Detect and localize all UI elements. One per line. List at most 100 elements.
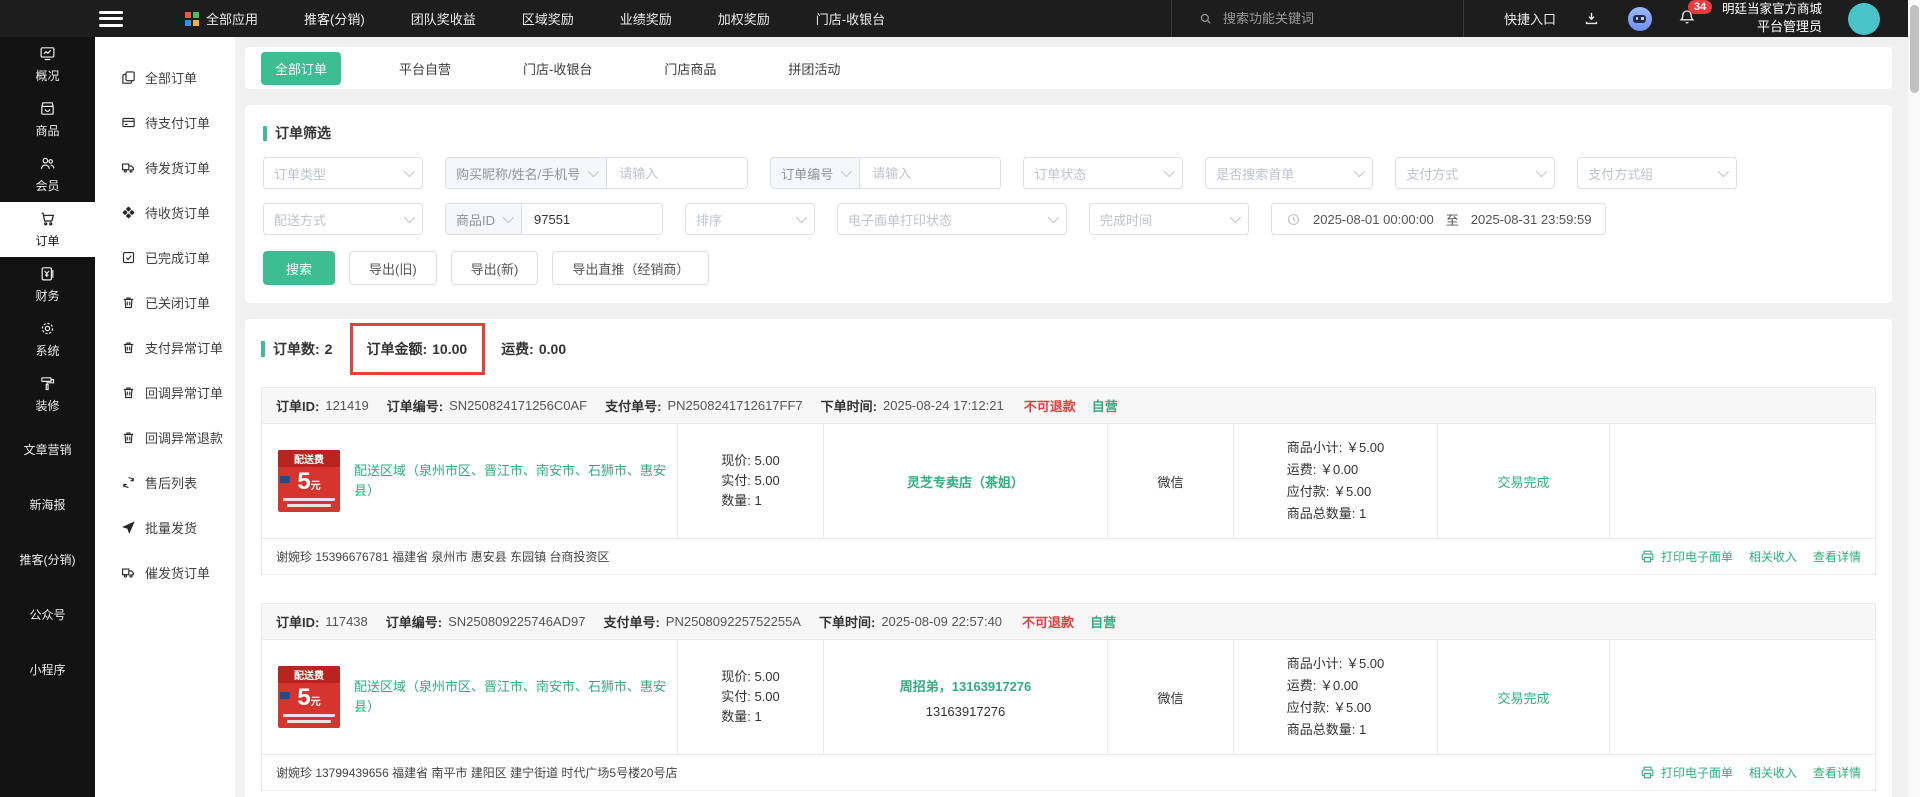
printer-icon[interactable]	[1640, 549, 1655, 564]
product-field-select[interactable]: 商品ID	[446, 204, 523, 234]
first-order-select[interactable]: 是否搜索首单	[1205, 157, 1374, 189]
topbar-item-team-reward[interactable]: 团队奖收益	[411, 9, 476, 28]
topbar-item-weighted-reward[interactable]: 加权奖励	[718, 9, 770, 28]
delivery-select[interactable]: 配送方式	[263, 203, 423, 235]
order-menu-unpaid[interactable]: 待支付订单	[95, 100, 235, 145]
order-no-combo: 订单编号	[770, 157, 1002, 189]
search-input[interactable]	[1222, 11, 1373, 26]
topbar-item-label: 全部应用	[206, 12, 259, 27]
tab-store-goods[interactable]: 门店商品	[650, 52, 730, 85]
sidebar-item-new-poster[interactable]: 新海报	[0, 477, 95, 532]
tab-platform-self[interactable]: 平台自营	[385, 52, 465, 85]
buyer-field-select[interactable]: 购买昵称/姓名/手机号	[446, 158, 608, 188]
product-cell: 配送费 5元 配送区域（泉州市区、晋江市、南安市、石狮市、惠安县）	[262, 640, 678, 754]
order-type-select[interactable]: 订单类型	[263, 157, 423, 189]
order-menu-callback-abnormal[interactable]: 回调异常订单	[95, 370, 235, 415]
product-name-link[interactable]: 配送区域（泉州市区、晋江市、南安市、石狮市、惠安县）	[354, 677, 669, 717]
download-icon[interactable]	[1582, 9, 1602, 29]
order-menu-aftersale[interactable]: 售后列表	[95, 460, 235, 505]
sidebar-item-distribution[interactable]: 推客(分销)	[0, 532, 95, 587]
sidebar-item-overview[interactable]: 概况	[0, 37, 95, 92]
order-menu-label: 待收货订单	[145, 206, 211, 221]
finance-icon	[41, 267, 54, 281]
dashboard-icon	[40, 47, 55, 61]
view-detail-link[interactable]: 查看详情	[1813, 548, 1861, 565]
sidebar-item-orders[interactable]: 订单	[0, 202, 95, 257]
order-menu-to-receive[interactable]: 待收货订单	[95, 190, 235, 235]
related-income-link[interactable]: 相关收入	[1749, 548, 1797, 565]
notifications[interactable]: 34	[1678, 0, 1713, 29]
search-button[interactable]: 搜索	[263, 251, 335, 285]
order-no-input[interactable]	[860, 158, 1001, 188]
sidebar-item-official-account[interactable]: 公众号	[0, 587, 95, 642]
order-amount-stat: 订单金额: 10.00	[350, 323, 486, 375]
filter-title-text: 订单筛选	[275, 125, 331, 141]
sort-select[interactable]: 排序	[685, 203, 816, 235]
order-menu-all-orders[interactable]: 全部订单	[95, 55, 235, 100]
sidebar-item-label: 会员	[35, 179, 60, 193]
finish-time-select[interactable]: 完成时间	[1089, 203, 1250, 235]
order-row: 订单ID: 117438 订单编号: SN250809225746AD97 支付…	[261, 603, 1876, 791]
pay-channel-cell: 微信	[1108, 424, 1234, 538]
sidebar-item-finance[interactable]: 财务	[0, 257, 95, 312]
print-eorder-link[interactable]: 打印电子面单	[1661, 764, 1733, 781]
order-menu-batch-ship[interactable]: 批量发货	[95, 505, 235, 550]
filter-row-2: 配送方式 商品ID 排序 电子面单打印状态 完成时间 2025-08-01 00…	[263, 203, 1872, 235]
order-time-label: 下单时间:	[818, 615, 876, 630]
order-menu-closed[interactable]: 已关闭订单	[95, 280, 235, 325]
topbar-item-region-reward[interactable]: 区域奖励	[522, 9, 574, 28]
sidebar-item-system[interactable]: 系统	[0, 312, 95, 367]
quick-entry-link[interactable]: 快捷入口	[1504, 9, 1556, 28]
product-name-link[interactable]: 配送区域（泉州市区、晋江市、南安市、石狮市、惠安县）	[354, 461, 669, 501]
tab-store-cashier[interactable]: 门店-收银台	[509, 52, 606, 85]
order-menu-completed[interactable]: 已完成订单	[95, 235, 235, 280]
topbar-item-all-apps[interactable]: 全部应用	[185, 9, 258, 28]
buyer-search-input[interactable]	[607, 158, 748, 188]
sidebar-item-goods[interactable]: 商品	[0, 92, 95, 147]
print-eorder-link[interactable]: 打印电子面单	[1661, 548, 1733, 565]
related-income-link[interactable]: 相关收入	[1749, 764, 1797, 781]
order-menu-callback-refund[interactable]: 回调异常退款	[95, 415, 235, 460]
topbar-item-store-cashier[interactable]: 门店-收银台	[816, 9, 885, 28]
export-new-button[interactable]: 导出(新)	[450, 251, 539, 285]
order-menu-urge-ship[interactable]: 催发货订单	[95, 550, 235, 595]
store-name-link[interactable]: 灵芝专卖店（茶姐）	[907, 472, 1024, 491]
date-range-picker[interactable]: 2025-08-01 00:00:00 至 2025-08-31 23:59:5…	[1271, 203, 1607, 235]
freight-label: 运费:	[501, 341, 534, 357]
sidebar-item-label: 推客(分销)	[19, 553, 76, 567]
topbar-item-performance-reward[interactable]: 业绩奖励	[620, 9, 672, 28]
pay-method-group-label: 支付方式组	[1588, 166, 1654, 182]
scrollbar-thumb[interactable]	[1909, 5, 1919, 93]
sidebar-item-mini-program[interactable]: 小程序	[0, 642, 95, 697]
org-name: 明廷当家官方商城	[1721, 2, 1822, 17]
eorder-print-select[interactable]: 电子面单打印状态	[837, 203, 1068, 235]
order-status-select[interactable]: 订单状态	[1023, 157, 1184, 189]
product-id-input[interactable]	[522, 204, 663, 234]
tab-group-activity[interactable]: 拼团活动	[774, 52, 854, 85]
order-menu-to-ship[interactable]: 待发货订单	[95, 145, 235, 190]
printer-icon[interactable]	[1640, 765, 1655, 780]
hamburger-menu-icon[interactable]	[99, 10, 123, 27]
sidebar-item-decorate[interactable]: 装修	[0, 367, 95, 422]
ai-robot-icon[interactable]	[1627, 6, 1652, 31]
topbar-item-label: 门店-收银台	[815, 12, 886, 27]
export-old-button[interactable]: 导出(旧)	[349, 251, 437, 285]
sidebar-item-members[interactable]: 会员	[0, 147, 95, 202]
avatar[interactable]	[1848, 2, 1880, 35]
sidebar-item-label: 财务	[35, 289, 60, 303]
view-detail-link[interactable]: 查看详情	[1813, 764, 1861, 781]
chevron-down-icon	[403, 211, 416, 224]
order-id-label: 订单ID:	[276, 399, 320, 414]
export-direct-button[interactable]: 导出直推（经销商）	[552, 251, 710, 285]
pay-method-group-select[interactable]: 支付方式组	[1577, 157, 1738, 189]
pay-method-select[interactable]: 支付方式	[1395, 157, 1556, 189]
order-time-value: 2025-08-24 17:12:21	[883, 398, 1004, 413]
buyer-name-link[interactable]: 周招弟，13163917276	[900, 676, 1032, 695]
topbar-item-distribution[interactable]: 推客(分销)	[304, 9, 365, 28]
sidebar-item-article-marketing[interactable]: 文章营销	[0, 422, 95, 477]
order-no-field-select[interactable]: 订单编号	[771, 158, 861, 188]
order-menu-pay-abnormal[interactable]: 支付异常订单	[95, 325, 235, 370]
order-menu-label: 售后列表	[145, 476, 198, 491]
shipping-address: 谢婉珍 13799439656 福建省 南平市 建阳区 建宁街道 时代广场5号楼…	[276, 766, 678, 780]
tab-all-orders[interactable]: 全部订单	[261, 51, 342, 85]
